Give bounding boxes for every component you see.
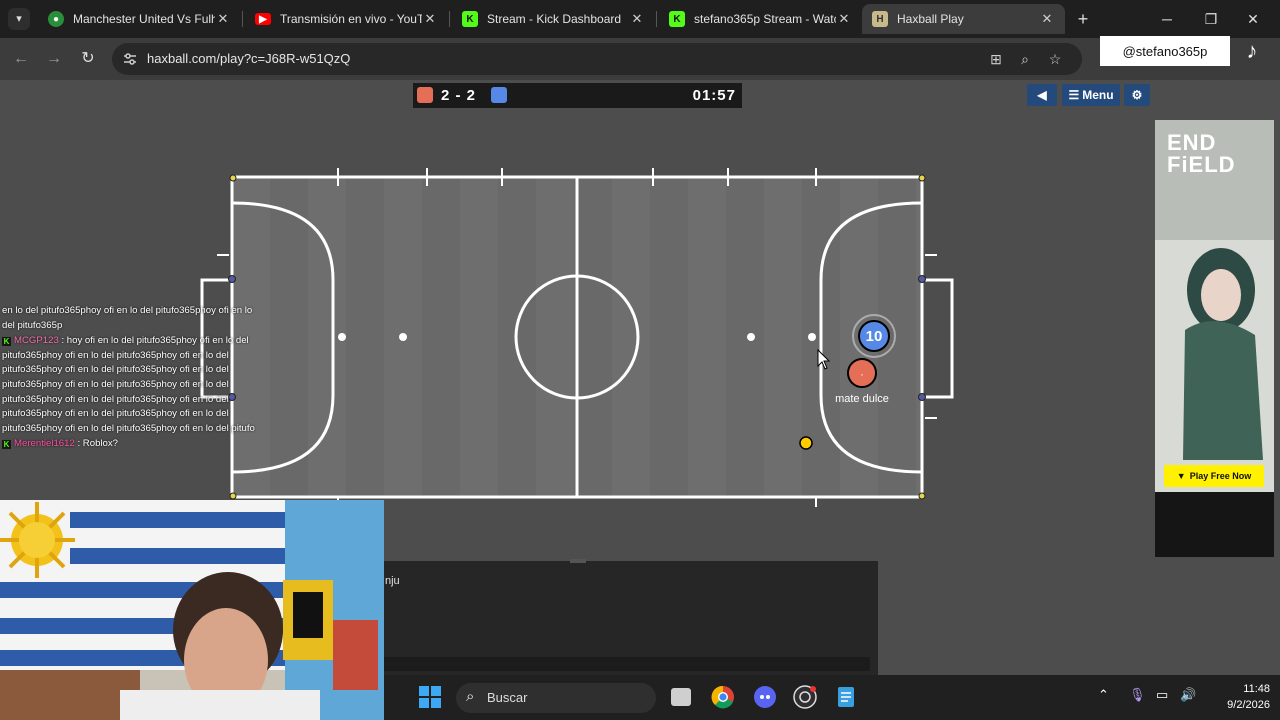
chrome-icon[interactable]: [711, 685, 735, 709]
tab-divider: [242, 11, 243, 27]
blue-player: 10: [852, 314, 896, 358]
tiktok-handle-overlay: @stefano365p: [1100, 36, 1230, 66]
stream-chat-overlay: en lo del pitufo365phoy ofi en lo del pi…: [2, 304, 258, 453]
tab-youtube[interactable]: ▶ Transmisión en vivo - YouTube ✕: [245, 4, 448, 34]
ad-brand-line1: END: [1167, 130, 1217, 155]
play-free-now-button[interactable]: ▼ Play Free Now: [1164, 465, 1264, 487]
tab-title: Manchester United Vs Fulham: [73, 12, 215, 26]
restore-icon[interactable]: ❐: [1196, 8, 1226, 30]
tab-kick-stream[interactable]: K stefano365p Stream - Watch ✕: [659, 4, 862, 34]
microphone-icon[interactable]: 🎙: [1129, 687, 1146, 703]
chat-text: : hoy ofi en lo del pitufo365phoy ofi en…: [2, 335, 255, 434]
kick-badge-icon: K: [2, 337, 11, 347]
chat-text: en lo del pitufo365phoy ofi en lo del pi…: [2, 305, 253, 331]
tab-divider: [449, 11, 450, 27]
tab-title: Transmisión en vivo - YouTube: [280, 12, 422, 26]
volume-icon[interactable]: 🔊: [1180, 687, 1196, 703]
discord-icon[interactable]: [753, 685, 777, 709]
chat-resize-handle[interactable]: [570, 559, 586, 563]
chat-username: Merentiel1612: [14, 438, 75, 450]
search-label: Buscar: [487, 690, 528, 705]
browser-toolbar: ← → ↻ haxball.com/play?c=J68R-w51QzQ ⊞ ⌕…: [0, 38, 1280, 80]
tab-manchester-united[interactable]: ● Manchester United Vs Fulham ✕: [38, 4, 241, 34]
play-arrow-icon: ▼: [1176, 471, 1186, 481]
translate-icon[interactable]: ⊞: [986, 49, 1006, 69]
kick-icon: K: [669, 11, 685, 27]
tab-kick-dashboard[interactable]: K Stream - Kick Dashboard ✕: [452, 4, 655, 34]
ad-artwork-image: [1155, 120, 1274, 557]
reload-icon[interactable]: ↻: [77, 48, 99, 70]
chat-message: en lo del pitufo365phoy ofi en lo del pi…: [2, 304, 258, 333]
forward-arrow-icon[interactable]: →: [43, 48, 65, 70]
tab-strip: ▾ ● Manchester United Vs Fulham ✕ ▶ Tran…: [0, 0, 1280, 38]
back-arrow-icon[interactable]: ←: [10, 48, 32, 70]
room-chat-text: nju: [385, 575, 400, 587]
tab-title: Stream - Kick Dashboard: [487, 12, 622, 26]
ad-brand-line2: FiELD: [1167, 152, 1236, 177]
chat-message: K Merentiel1612 : Roblox?: [2, 437, 258, 452]
windows-taskbar: ⌕ Buscar ⌃ 🎙 ▭ 🔊 11:48 9/2/2026: [384, 675, 1280, 720]
room-chat-input[interactable]: [384, 657, 870, 671]
endfield-ad[interactable]: END FiELD ▼ Play Free Now: [1155, 120, 1274, 557]
site-settings-icon[interactable]: [122, 51, 138, 67]
tab-haxball[interactable]: H Haxball Play ✕: [862, 4, 1065, 34]
red-player-emoji: ·: [860, 369, 864, 381]
address-bar[interactable]: haxball.com/play?c=J68R-w51QzQ ⊞ ⌕ ☆: [112, 43, 1082, 75]
red-player-name: mate dulce: [835, 393, 889, 405]
tray-overflow-chevron-icon[interactable]: ⌃: [1098, 687, 1109, 703]
tab-divider: [656, 11, 657, 27]
football-pitch: 10 · mate dulce: [200, 168, 954, 507]
new-tab-plus-icon[interactable]: +: [1072, 8, 1094, 30]
obs-icon[interactable]: [793, 685, 817, 709]
bookmark-star-icon[interactable]: ☆: [1045, 49, 1065, 69]
clock-date[interactable]: 9/2/2026: [1208, 699, 1270, 711]
minimize-icon[interactable]: ─: [1152, 8, 1182, 30]
ad-brand-logo: END FiELD: [1167, 132, 1236, 176]
tab-search-dropdown-icon[interactable]: ▾: [8, 8, 30, 30]
haxball-icon: H: [872, 11, 888, 27]
taskbar-search[interactable]: ⌕ Buscar: [456, 683, 656, 713]
close-tab-icon[interactable]: ✕: [215, 11, 231, 27]
webcam-overlay: [0, 500, 384, 720]
close-tab-icon[interactable]: ✕: [1039, 11, 1055, 27]
windows-start-icon[interactable]: [418, 685, 442, 709]
room-chat-panel: nju: [384, 559, 878, 675]
notepad-icon[interactable]: [834, 685, 858, 709]
right-goal: [922, 278, 954, 399]
blue-player-number: 10: [866, 328, 883, 345]
search-icon: ⌕: [466, 688, 475, 705]
chat-username: MCGP123: [14, 335, 59, 347]
tiktok-icon: ♪: [1246, 38, 1258, 63]
close-window-icon[interactable]: ✕: [1238, 8, 1268, 30]
ball: [799, 436, 813, 450]
kick-icon: K: [462, 11, 478, 27]
kick-badge-icon: K: [2, 440, 11, 450]
url-text: haxball.com/play?c=J68R-w51QzQ: [147, 51, 351, 66]
tab-title: stefano365p Stream - Watch: [694, 12, 836, 26]
clock-time[interactable]: 11:48: [1208, 683, 1270, 695]
chat-text: : Roblox?: [74, 438, 119, 450]
tab-title: Haxball Play: [897, 12, 964, 26]
close-tab-icon[interactable]: ✕: [836, 11, 852, 27]
youtube-icon: ▶: [255, 13, 271, 25]
zoom-icon[interactable]: ⌕: [1015, 49, 1035, 69]
ad-cta-label: Play Free Now: [1189, 471, 1252, 481]
globe-football-icon: ●: [48, 11, 64, 27]
close-tab-icon[interactable]: ✕: [422, 11, 438, 27]
webcam-feed-image: [0, 500, 384, 720]
task-view-icon[interactable]: [671, 688, 691, 706]
close-tab-icon[interactable]: ✕: [629, 11, 645, 27]
chat-message: K MCGP123 : hoy ofi en lo del pitufo365ph…: [2, 334, 258, 436]
network-icon[interactable]: ▭: [1156, 687, 1168, 703]
